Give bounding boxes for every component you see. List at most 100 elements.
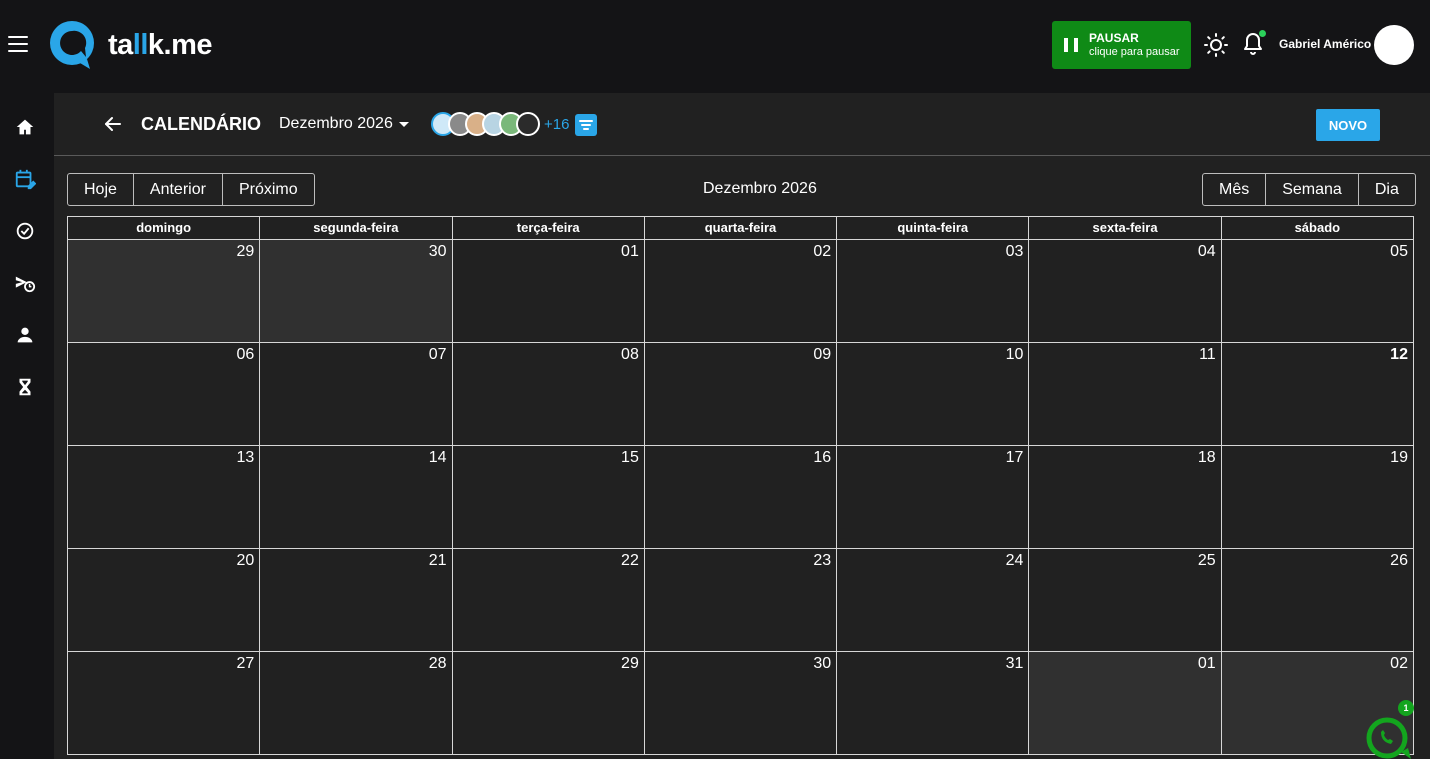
check-circle-icon[interactable] <box>14 220 36 242</box>
today-button[interactable]: Hoje <box>68 174 133 205</box>
day-number[interactable]: 23 <box>813 552 831 570</box>
day-number[interactable]: 18 <box>1198 449 1216 467</box>
user-avatar[interactable] <box>1374 25 1414 65</box>
back-arrow-icon[interactable] <box>103 114 123 134</box>
day-number[interactable]: 28 <box>429 655 447 673</box>
calendar-day-cell[interactable]: 29 <box>68 240 260 342</box>
calendar-day-cell[interactable]: 10 <box>836 343 1028 445</box>
hourglass-icon[interactable] <box>14 376 36 398</box>
calendar-edit-icon[interactable] <box>14 168 36 190</box>
calendar-day-cell[interactable]: 14 <box>259 446 451 548</box>
calendar-day-cell[interactable]: 07 <box>259 343 451 445</box>
calendar-day-cell[interactable]: 13 <box>68 446 259 548</box>
day-number[interactable]: 30 <box>429 243 447 261</box>
day-number[interactable]: 02 <box>813 243 831 261</box>
week-view-button[interactable]: Semana <box>1265 174 1358 205</box>
day-number[interactable]: 29 <box>621 655 639 673</box>
pause-icon <box>1064 38 1078 52</box>
day-number[interactable]: 07 <box>429 346 447 364</box>
day-number[interactable]: 11 <box>1199 346 1216 364</box>
calendar-day-cell[interactable]: 09 <box>643 343 836 445</box>
day-number[interactable]: 01 <box>1198 655 1216 673</box>
day-number[interactable]: 29 <box>236 243 254 261</box>
calendar-day-cell[interactable]: 05 <box>1220 240 1413 342</box>
calendar-day-cell[interactable]: 25 <box>1028 549 1220 651</box>
day-number[interactable]: 16 <box>813 449 831 467</box>
day-number[interactable]: 19 <box>1390 449 1408 467</box>
calendar-day-cell[interactable]: 04 <box>1028 240 1220 342</box>
day-number[interactable]: 09 <box>813 346 831 364</box>
day-number[interactable]: 10 <box>1006 346 1024 364</box>
calendar-day-cell[interactable]: 11 <box>1028 343 1220 445</box>
menu-icon[interactable] <box>8 36 28 52</box>
day-number[interactable]: 08 <box>621 346 639 364</box>
new-button[interactable]: NOVO <box>1316 109 1380 141</box>
day-number[interactable]: 06 <box>236 346 254 364</box>
calendar-day-cell[interactable]: 03 <box>836 240 1028 342</box>
day-number[interactable]: 13 <box>236 449 254 467</box>
day-number[interactable]: 24 <box>1006 552 1024 570</box>
calendar-day-cell[interactable]: 20 <box>68 549 259 651</box>
month-view-button[interactable]: Mês <box>1203 174 1265 205</box>
calendar-day-cell[interactable]: 06 <box>68 343 259 445</box>
day-number[interactable]: 02 <box>1390 655 1408 673</box>
logo[interactable]: tallk.me <box>46 19 213 71</box>
day-number[interactable]: 15 <box>621 449 639 467</box>
day-view-button[interactable]: Dia <box>1357 174 1415 205</box>
day-number[interactable]: 25 <box>1198 552 1216 570</box>
calendar-day-cell[interactable]: 16 <box>643 446 836 548</box>
day-number[interactable]: 21 <box>429 552 447 570</box>
calendar-day-cell[interactable]: 27 <box>68 652 259 754</box>
calendar-day-cell[interactable]: 12 <box>1220 343 1413 445</box>
day-number[interactable]: 04 <box>1198 243 1216 261</box>
calendar-day-cell[interactable]: 31 <box>836 652 1028 754</box>
sidebar <box>0 92 54 759</box>
calendar-day-cell[interactable]: 26 <box>1220 549 1413 651</box>
calendar-day-cell[interactable]: 30 <box>259 240 452 342</box>
calendar-day-cell[interactable]: 01 <box>451 240 644 342</box>
calendar-day-cell[interactable]: 23 <box>643 549 836 651</box>
day-number[interactable]: 26 <box>1390 552 1408 570</box>
calendar-title: Dezembro 2026 <box>703 180 817 197</box>
calendar-day-cell[interactable]: 01 <box>1028 652 1221 754</box>
page-header: CALENDÁRIO Dezembro 2026 +16 NOVO <box>54 93 1430 156</box>
calendar-day-cell[interactable]: 02 <box>643 240 836 342</box>
calendar-day-cell[interactable]: 22 <box>451 549 644 651</box>
month-selector[interactable]: Dezembro 2026 <box>279 115 409 133</box>
scheduled-icon[interactable] <box>14 272 36 294</box>
calendar-day-cell[interactable]: 17 <box>836 446 1028 548</box>
more-agents-count[interactable]: +16 <box>544 116 569 133</box>
calendar-day-cell[interactable]: 15 <box>451 446 644 548</box>
filter-icon[interactable] <box>575 114 597 136</box>
day-number[interactable]: 05 <box>1390 243 1408 261</box>
day-number[interactable]: 03 <box>1006 243 1024 261</box>
avatar[interactable] <box>516 112 540 136</box>
day-number[interactable]: 14 <box>429 449 447 467</box>
calendar-day-cell[interactable]: 30 <box>643 652 836 754</box>
day-number[interactable]: 31 <box>1006 655 1024 673</box>
person-icon[interactable] <box>14 324 36 346</box>
day-number[interactable]: 01 <box>621 243 639 261</box>
calendar-day-cell[interactable]: 19 <box>1220 446 1413 548</box>
day-number[interactable]: 22 <box>621 552 639 570</box>
month-calendar: domingo segunda-feira terça-feira quarta-fe… <box>67 216 1414 755</box>
nav-button-group: Hoje Anterior Próximo <box>67 173 315 206</box>
day-number[interactable]: 20 <box>236 552 254 570</box>
calendar-day-cell[interactable]: 08 <box>451 343 644 445</box>
calendar-day-cell[interactable]: 28 <box>259 652 451 754</box>
calendar-day-cell[interactable]: 21 <box>259 549 451 651</box>
home-icon[interactable] <box>14 116 36 138</box>
day-number[interactable]: 30 <box>813 655 831 673</box>
calendar-day-cell[interactable]: 18 <box>1028 446 1220 548</box>
previous-button[interactable]: Anterior <box>132 174 222 205</box>
calendar-day-cell[interactable]: 24 <box>836 549 1028 651</box>
day-number[interactable]: 12 <box>1390 346 1408 364</box>
user-name[interactable]: Gabriel Américo <box>1279 37 1371 51</box>
main-content: CALENDÁRIO Dezembro 2026 +16 NOVO Hoje A… <box>54 93 1430 759</box>
day-number[interactable]: 27 <box>236 655 254 673</box>
pause-button[interactable]: PAUSAR clique para pausar <box>1052 21 1191 69</box>
day-number[interactable]: 17 <box>1006 449 1024 467</box>
theme-toggle-sun-icon[interactable] <box>1204 33 1228 57</box>
calendar-day-cell[interactable]: 29 <box>451 652 644 754</box>
next-button[interactable]: Próximo <box>221 174 314 205</box>
